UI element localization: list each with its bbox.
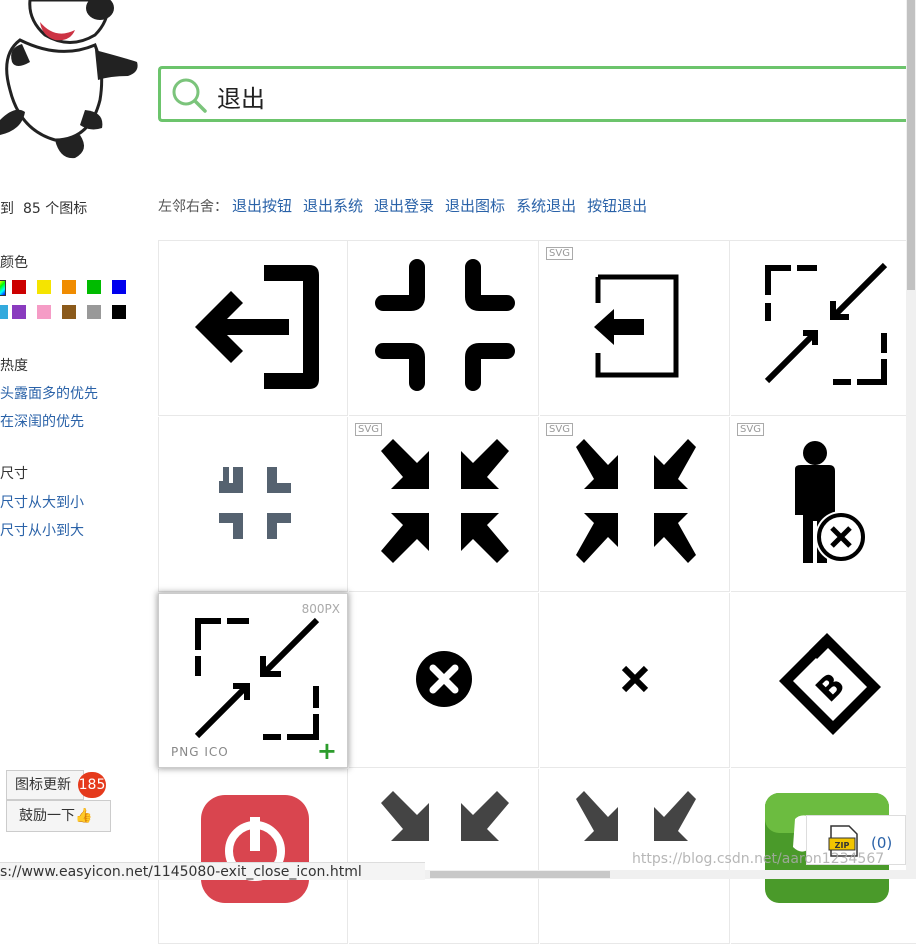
icon-tile[interactable]: B — [731, 593, 916, 768]
add-to-collection-button[interactable]: + — [317, 739, 337, 763]
heat-heading: 热度 — [0, 358, 28, 374]
power-app-icon — [201, 795, 309, 903]
size-option-desc[interactable]: 尺寸从大到小 — [0, 492, 84, 512]
color-swatch[interactable] — [87, 305, 101, 319]
color-swatch[interactable] — [37, 280, 51, 294]
icon-tile[interactable] — [158, 417, 348, 592]
size-option-asc[interactable]: 尺寸从小到大 — [0, 520, 84, 540]
icon-update-button[interactable]: 图标更新 — [6, 770, 84, 800]
result-count-prefix: 到 — [0, 201, 14, 217]
related-searches: 左邻右舍： 退出按钮 退出系统 退出登录 退出图标 系统退出 按钮退出 — [158, 195, 658, 216]
exit-door-arrow-icon — [195, 265, 319, 389]
compress-arrows-bold-icon — [381, 439, 509, 563]
icon-tile[interactable]: SVG — [540, 241, 730, 416]
watermark-text: https://blog.csdn.net/aaron1234567 — [632, 851, 885, 867]
icon-tile[interactable]: SVG — [349, 417, 539, 592]
user-remove-icon — [795, 441, 867, 563]
icon-tile[interactable] — [158, 241, 348, 416]
icon-tile-hovered[interactable]: 800PX PNG ICO + — [158, 593, 348, 768]
compress-corners-icon — [375, 259, 515, 391]
icon-tile[interactable] — [349, 241, 539, 416]
color-swatch[interactable] — [62, 280, 76, 294]
icon-tile[interactable] — [349, 593, 539, 768]
color-heading: 颜色 — [0, 255, 28, 271]
related-link[interactable]: 系统退出 — [516, 197, 576, 215]
heat-option-rare[interactable]: 在深闺的优先 — [0, 411, 84, 431]
compress-small-gray-icon — [219, 467, 291, 539]
color-swatch[interactable] — [0, 305, 8, 319]
related-link[interactable]: 退出登录 — [374, 197, 434, 215]
result-count: 到 85 个图标 — [0, 198, 87, 218]
icon-update-label: 图标更新 — [15, 777, 71, 793]
result-count-value: 85 个图标 — [23, 201, 88, 217]
exit-fullscreen-dashed-icon — [764, 262, 888, 385]
color-swatch[interactable] — [112, 305, 126, 319]
panda-mascot-logo — [0, 0, 138, 159]
icon-tile[interactable] — [540, 593, 730, 768]
color-swatch[interactable] — [112, 280, 126, 294]
color-swatch-all[interactable] — [0, 280, 6, 296]
close-circle-icon — [416, 651, 472, 707]
related-link[interactable]: 退出按钮 — [232, 197, 292, 215]
status-bar-url: s://www.easyicon.net/1145080-exit_close_… — [0, 862, 425, 880]
related-label: 左邻右舍： — [158, 199, 228, 215]
icon-tile[interactable] — [349, 769, 539, 944]
related-link[interactable]: 按钮退出 — [587, 197, 647, 215]
color-swatch[interactable] — [12, 280, 26, 294]
update-count-badge: 185 — [78, 772, 106, 798]
close-x-icon — [621, 665, 649, 693]
related-link[interactable]: 退出系统 — [303, 197, 363, 215]
search-icon[interactable] — [169, 75, 209, 115]
zip-count: (0) — [871, 834, 893, 852]
color-swatch[interactable] — [87, 280, 101, 294]
search-input[interactable] — [217, 79, 817, 113]
icon-tile[interactable] — [731, 241, 916, 416]
search-box[interactable] — [158, 66, 916, 122]
icon-tile[interactable]: SVG — [731, 417, 916, 592]
heat-option-popular[interactable]: 头露面多的优先 — [0, 383, 98, 403]
svg-text:ZIP: ZIP — [835, 841, 850, 850]
color-swatch[interactable] — [37, 305, 51, 319]
compress-arrows-gray-icon — [381, 791, 509, 841]
vertical-scroll-thumb[interactable] — [907, 0, 915, 290]
icon-tile[interactable] — [158, 769, 348, 944]
icon-grid: SVG SVG SVG SVG 800PX PNG ICO + B — [158, 240, 916, 944]
size-heading: 尺寸 — [0, 466, 28, 482]
format-labels[interactable]: PNG ICO — [171, 745, 229, 759]
encourage-label: 鼓励一下👍 — [19, 808, 93, 824]
horizontal-scroll-thumb[interactable] — [430, 871, 610, 878]
color-swatch[interactable] — [12, 305, 26, 319]
icon-tile[interactable]: SVG — [540, 417, 730, 592]
encourage-button[interactable]: 鼓励一下👍 — [6, 800, 111, 832]
compress-arrows-thin-icon — [576, 439, 696, 563]
login-door-outline-icon — [594, 274, 679, 378]
bitcoin-ticket-icon: B — [779, 633, 881, 735]
color-swatch[interactable] — [62, 305, 76, 319]
related-link[interactable]: 退出图标 — [445, 197, 505, 215]
